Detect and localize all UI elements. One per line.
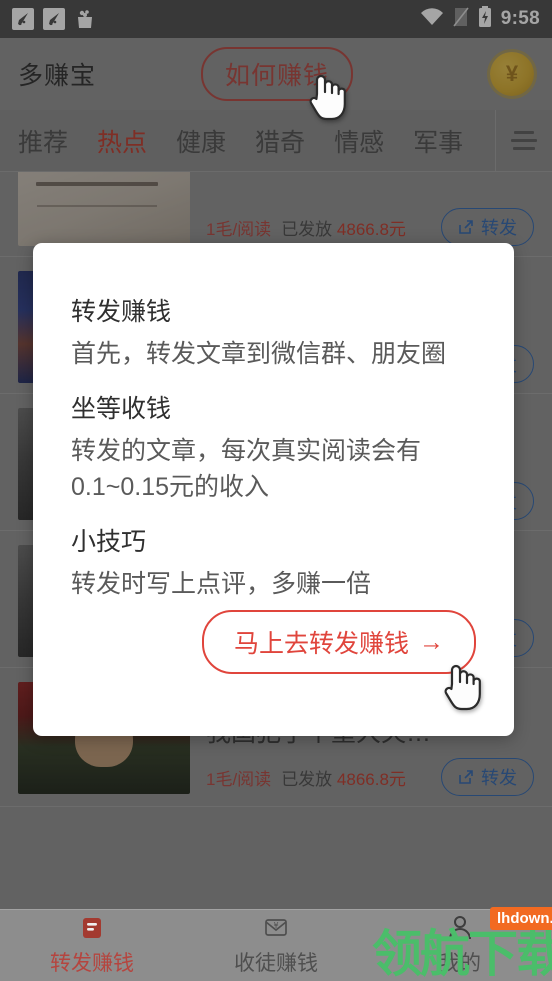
person-icon bbox=[446, 914, 474, 942]
how-to-earn-dialog: 转发赚钱 首先，转发文章到微信群、朋友圈 坐等收钱 转发的文章，每次真实阅读会有… bbox=[33, 243, 514, 736]
section-heading: 小技巧 bbox=[71, 528, 147, 556]
app-screen: 9:58 多赚宝 如何赚钱 ¥ 推荐 热点 健康 猎奇 情感 军事 话！ 1毛/… bbox=[0, 0, 552, 981]
nav-label: 我的 bbox=[439, 952, 481, 975]
bottom-navigation-bar: 转发赚钱 ¥ 收徒赚钱 我的 领航下载 lhdown.com bbox=[0, 907, 552, 981]
arrow-right-icon: → bbox=[419, 627, 444, 656]
dialog-section: 小技巧 转发时写上点评，多赚一倍 bbox=[71, 527, 476, 602]
section-body: 首先，转发文章到微信群、朋友圈 bbox=[71, 340, 447, 368]
dialog-cta-wrap: 马上去转发赚钱 → bbox=[201, 610, 476, 674]
section-body: 转发的文章，每次真实阅读会有0.1~0.15元的收入 bbox=[71, 437, 422, 501]
dialog-section: 坐等收钱 转发的文章，每次真实阅读会有0.1~0.15元的收入 bbox=[71, 394, 476, 505]
cta-label: 马上去转发赚钱 bbox=[233, 630, 409, 658]
section-body: 转发时写上点评，多赚一倍 bbox=[71, 570, 372, 598]
nav-item-share-earn[interactable]: 转发赚钱 bbox=[0, 914, 184, 977]
article-card-icon bbox=[78, 914, 106, 942]
nav-item-recruit-earn[interactable]: ¥ 收徒赚钱 bbox=[184, 914, 368, 977]
nav-label: 收徒赚钱 bbox=[234, 952, 318, 975]
nav-item-profile[interactable]: 我的 bbox=[368, 914, 552, 977]
nav-label: 转发赚钱 bbox=[50, 952, 134, 975]
dialog-section: 转发赚钱 首先，转发文章到微信群、朋友圈 bbox=[71, 297, 476, 372]
section-heading: 转发赚钱 bbox=[71, 298, 172, 326]
go-share-earn-button[interactable]: 马上去转发赚钱 → bbox=[201, 610, 476, 674]
section-heading: 坐等收钱 bbox=[71, 395, 172, 423]
envelope-money-icon: ¥ bbox=[262, 914, 290, 942]
svg-text:¥: ¥ bbox=[273, 921, 278, 930]
